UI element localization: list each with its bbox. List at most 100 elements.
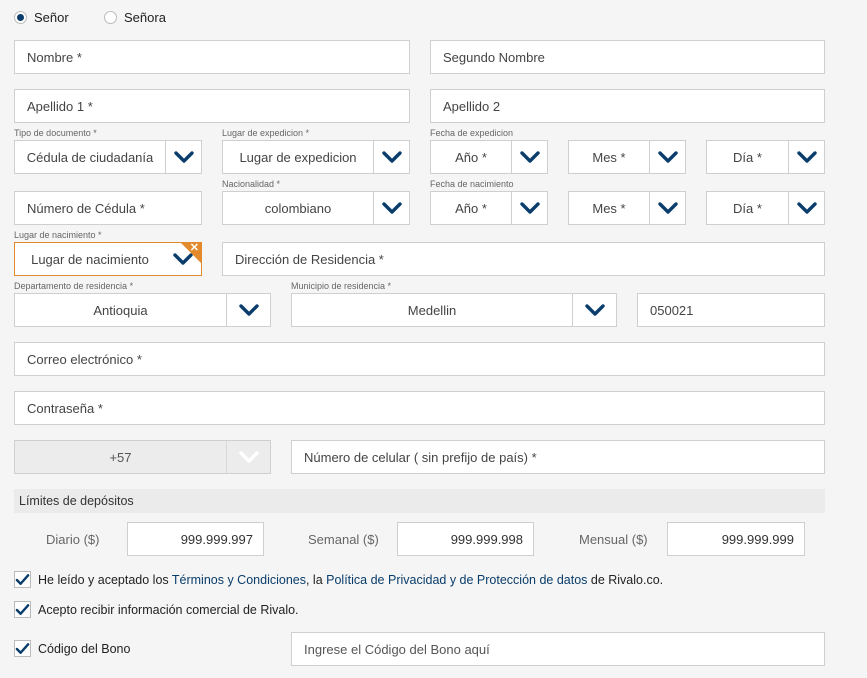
birth-day-select[interactable]: Día * xyxy=(706,191,825,225)
nationality-label: Nacionalidad * xyxy=(222,179,281,189)
radio-senor-label: Señor xyxy=(34,10,69,25)
doc-number-field[interactable]: Número de Cédula * xyxy=(14,191,202,225)
last-name-1-field[interactable]: Apellido 1 * xyxy=(14,89,410,123)
daily-limit-value: 999.999.997 xyxy=(180,531,253,547)
chevron-down-icon xyxy=(226,441,270,473)
nationality-value: colombiano xyxy=(264,200,332,216)
birth-month-value: Mes * xyxy=(592,200,626,216)
bonus-code-placeholder: Ingrese el Código del Bono aquí xyxy=(304,641,490,657)
terms-text: He leído y aceptado los Términos y Condi… xyxy=(38,573,663,587)
issue-place-select[interactable]: Lugar de expedicion xyxy=(222,140,410,174)
chevron-down-icon[interactable] xyxy=(226,294,270,326)
issue-month-select[interactable]: Mes * xyxy=(568,140,686,174)
birth-year-select[interactable]: Año * xyxy=(430,191,548,225)
doc-number-placeholder: Número de Cédula * xyxy=(27,200,145,216)
terms-mid: , la xyxy=(305,572,327,587)
municipality-select[interactable]: Medellin xyxy=(291,293,617,327)
middle-name-field[interactable]: Segundo Nombre xyxy=(430,40,825,74)
doc-type-value: Cédula de ciudadanía xyxy=(26,149,154,165)
monthly-limit-label: Mensual ($) xyxy=(579,532,648,547)
address-field[interactable]: Dirección de Residencia * xyxy=(222,242,825,276)
chevron-down-icon[interactable] xyxy=(572,294,616,326)
issue-day-value: Día * xyxy=(733,149,762,165)
marketing-text: Acepto recibir información comercial de … xyxy=(38,602,299,617)
chevron-down-icon[interactable] xyxy=(511,141,547,173)
postal-code-field[interactable]: 050021 xyxy=(637,293,825,327)
chevron-down-icon[interactable] xyxy=(788,192,824,224)
chevron-down-icon[interactable] xyxy=(511,192,547,224)
last-name-1-placeholder: Apellido 1 * xyxy=(27,98,93,114)
monthly-limit-input[interactable]: 999.999.999 xyxy=(667,522,805,556)
department-select[interactable]: Antioquia xyxy=(14,293,271,327)
issue-month-value: Mes * xyxy=(592,149,626,165)
password-placeholder: Contraseña * xyxy=(27,400,103,416)
birth-place-value: Lugar de nacimiento xyxy=(31,251,149,267)
bonus-text: Código del Bono xyxy=(38,641,131,656)
terms-checkbox-row: He leído y aceptado los Términos y Condi… xyxy=(14,571,663,588)
bonus-checkbox-row: Código del Bono xyxy=(14,640,130,657)
birth-year-value: Año * xyxy=(455,200,487,216)
first-name-placeholder: Nombre * xyxy=(27,49,82,65)
weekly-limit-input[interactable]: 999.999.998 xyxy=(397,522,534,556)
chevron-down-icon[interactable] xyxy=(165,141,201,173)
issue-place-value: Lugar de expedicion xyxy=(239,149,357,165)
terms-suffix: de Rivalo.co. xyxy=(587,572,664,587)
error-close-icon: ✕ xyxy=(189,242,199,254)
chevron-down-icon[interactable] xyxy=(649,141,685,173)
issue-place-label: Lugar de expedicion * xyxy=(222,128,310,138)
chevron-down-icon[interactable] xyxy=(649,192,685,224)
doc-type-label: Tipo de documento * xyxy=(14,128,97,138)
department-label: Departamento de residencia * xyxy=(14,281,134,291)
radio-senora-label: Señora xyxy=(124,10,166,25)
monthly-limit-value: 999.999.999 xyxy=(721,531,794,547)
weekly-limit-value: 999.999.998 xyxy=(450,531,523,547)
chevron-down-icon[interactable] xyxy=(373,141,409,173)
bonus-checkbox[interactable] xyxy=(14,640,31,657)
weekly-limit-label: Semanal ($) xyxy=(308,532,379,547)
chevron-down-icon[interactable] xyxy=(373,192,409,224)
issue-day-select[interactable]: Día * xyxy=(706,140,825,174)
radio-senora[interactable]: Señora xyxy=(104,10,166,25)
issue-year-value: Año * xyxy=(455,149,487,165)
postal-code-value: 050021 xyxy=(650,302,694,318)
radio-unselected-icon xyxy=(104,11,117,24)
last-name-2-field[interactable]: Apellido 2 xyxy=(430,89,825,123)
issue-year-select[interactable]: Año * xyxy=(430,140,548,174)
chevron-down-icon[interactable] xyxy=(788,141,824,173)
radio-senor[interactable]: Señor xyxy=(14,10,69,25)
middle-name-placeholder: Segundo Nombre xyxy=(443,49,545,65)
birth-date-label: Fecha de nacimiento xyxy=(430,179,514,189)
email-field[interactable]: Correo electrónico * xyxy=(14,342,825,376)
doc-type-select[interactable]: Cédula de ciudadanía xyxy=(14,140,202,174)
daily-limit-input[interactable]: 999.999.997 xyxy=(127,522,264,556)
password-field[interactable]: Contraseña * xyxy=(14,391,825,425)
department-value: Antioquia xyxy=(93,302,148,318)
terms-checkbox[interactable] xyxy=(14,571,31,588)
birth-place-select[interactable]: Lugar de nacimiento ✕ xyxy=(14,242,202,276)
birth-place-label: Lugar de nacimiento * xyxy=(14,230,102,240)
privacy-link[interactable]: Política de Privacidad y de Protección d… xyxy=(326,573,587,587)
address-placeholder: Dirección de Residencia * xyxy=(235,251,384,267)
phone-placeholder: Número de celular ( sin prefijo de país)… xyxy=(304,449,537,465)
municipality-label: Municipio de residencia * xyxy=(291,281,392,291)
marketing-checkbox[interactable] xyxy=(14,601,31,618)
issue-date-label: Fecha de expedicion xyxy=(430,128,514,138)
phone-prefix-value: +57 xyxy=(109,449,132,465)
phone-prefix-select: +57 xyxy=(14,440,271,474)
first-name-field[interactable]: Nombre * xyxy=(14,40,410,74)
last-name-2-placeholder: Apellido 2 xyxy=(443,98,501,114)
bonus-code-field[interactable]: Ingrese el Código del Bono aquí xyxy=(291,632,825,666)
daily-limit-label: Diario ($) xyxy=(46,532,100,547)
check-icon xyxy=(15,603,30,617)
municipality-value: Medellin xyxy=(407,302,457,318)
birth-day-value: Día * xyxy=(733,200,762,216)
nationality-select[interactable]: colombiano xyxy=(222,191,410,225)
marketing-checkbox-row: Acepto recibir información comercial de … xyxy=(14,601,299,618)
birth-month-select[interactable]: Mes * xyxy=(568,191,686,225)
check-icon xyxy=(15,642,30,656)
terms-link[interactable]: Términos y Condiciones xyxy=(172,573,306,587)
phone-field[interactable]: Número de celular ( sin prefijo de país)… xyxy=(291,440,825,474)
terms-prefix: He leído y aceptado los xyxy=(38,572,172,587)
check-icon xyxy=(15,573,30,587)
deposit-limits-title: Límites de depósitos xyxy=(14,489,825,513)
